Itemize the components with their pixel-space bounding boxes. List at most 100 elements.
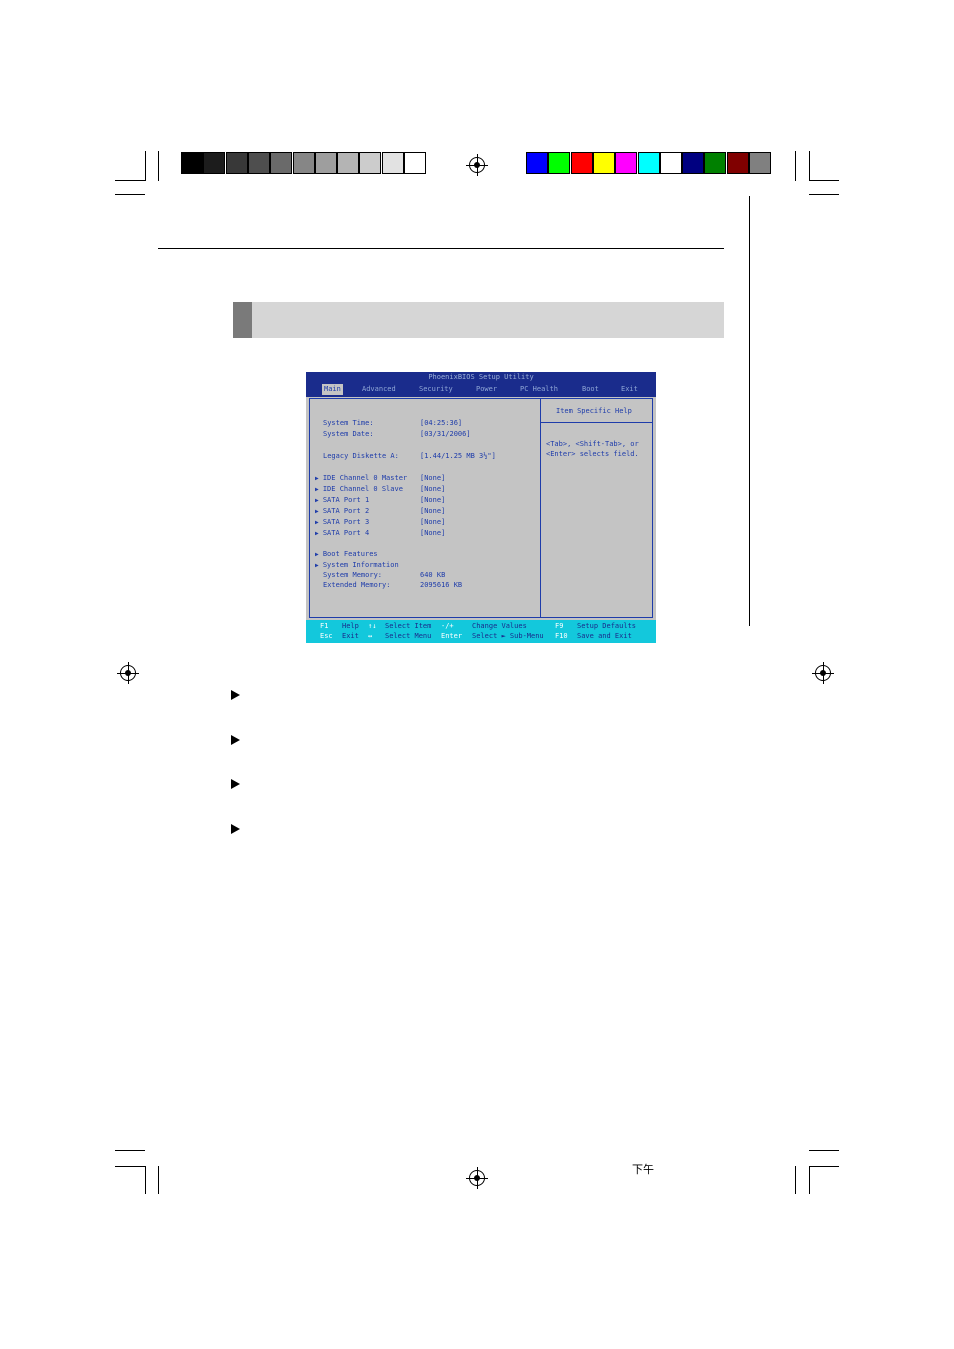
bullet-arrow-icon xyxy=(231,735,240,745)
submenu-sata-port-1[interactable]: ▶ SATA Port 1 xyxy=(315,496,369,505)
menu-power[interactable]: Power xyxy=(476,384,497,395)
header-rule xyxy=(158,248,724,249)
bullet-arrow-icon xyxy=(231,779,240,789)
submenu-sata-port-2[interactable]: ▶ SATA Port 2 xyxy=(315,507,369,516)
key-f1-desc: Help xyxy=(342,622,359,630)
color-swatch xyxy=(749,152,771,174)
color-swatch xyxy=(570,152,593,174)
crop-mark xyxy=(809,1150,839,1151)
registration-mark-icon xyxy=(466,1167,488,1189)
menu-main[interactable]: Main xyxy=(322,384,343,395)
gray-swatch xyxy=(314,152,337,174)
crop-mark xyxy=(158,1166,159,1194)
gray-swatch xyxy=(225,152,248,174)
gray-swatch xyxy=(292,152,315,174)
crop-mark xyxy=(809,194,839,195)
submenu-ide-master[interactable]: ▶ IDE Channel 0 Master xyxy=(315,474,407,483)
legacy-diskette-label: Legacy Diskette A: xyxy=(323,452,399,460)
crop-mark xyxy=(115,1166,145,1167)
submenu-label: System Information xyxy=(322,561,399,569)
submenu-label: SATA Port 4 xyxy=(322,529,370,537)
menu-exit[interactable]: Exit xyxy=(621,384,638,395)
system-memory-label: System Memory: xyxy=(323,571,383,579)
submenu-value: [None] xyxy=(420,485,446,493)
submenu-value: [None] xyxy=(420,529,446,537)
color-swatch xyxy=(637,152,660,174)
extended-memory-label: Extended Memory: xyxy=(323,581,391,589)
menu-advanced[interactable]: Advanced xyxy=(362,384,396,395)
submenu-arrow-icon: ▶ xyxy=(315,508,319,515)
crop-mark xyxy=(145,1166,146,1194)
menu-security[interactable]: Security xyxy=(419,384,453,395)
submenu-value: [None] xyxy=(420,507,446,515)
section-heading-bar xyxy=(233,302,724,338)
crop-mark xyxy=(795,151,796,181)
gray-swatch xyxy=(181,152,203,174)
key-updown: ↑↓ xyxy=(368,622,377,630)
print-timestamp-mark: 下午 xyxy=(632,1163,654,1176)
color-swatch xyxy=(615,152,638,174)
submenu-arrow-icon: ▶ xyxy=(315,562,319,569)
crop-mark xyxy=(809,180,839,181)
bios-help-separator xyxy=(541,422,653,423)
submenu-value: [None] xyxy=(420,474,446,482)
crop-mark xyxy=(115,180,145,181)
crop-mark xyxy=(795,1166,796,1194)
submenu-label: SATA Port 2 xyxy=(322,507,370,515)
submenu-ide-slave[interactable]: ▶ IDE Channel 0 Slave xyxy=(315,485,403,494)
side-rule xyxy=(749,196,750,626)
key-leftright-desc: Select Menu xyxy=(385,632,432,640)
system-date-value[interactable]: [03/31/2006] xyxy=(420,430,471,438)
menu-boot[interactable]: Boot xyxy=(582,384,599,395)
help-text-line1: <Tab>, <Shift-Tab>, or xyxy=(546,440,639,448)
gray-swatch xyxy=(359,152,382,174)
crop-mark xyxy=(115,1150,145,1151)
color-swatch xyxy=(526,152,548,174)
crop-mark xyxy=(809,1166,839,1167)
section-heading-tab xyxy=(233,302,252,338)
system-memory-value: 640 KB xyxy=(420,571,446,579)
key-f10-desc: Save and Exit xyxy=(577,632,632,640)
key-f1: F1 xyxy=(320,622,329,630)
submenu-label: IDE Channel 0 Master xyxy=(322,474,408,482)
registration-mark-icon xyxy=(117,662,139,684)
color-swatch xyxy=(704,152,727,174)
submenu-system-information[interactable]: ▶ System Information xyxy=(315,561,399,570)
submenu-arrow-icon: ▶ xyxy=(315,497,319,504)
registration-mark-icon xyxy=(812,662,834,684)
key-f9: F9 xyxy=(555,622,564,630)
bullet-arrow-icon xyxy=(231,690,240,700)
key-plusminus-desc: Change Values xyxy=(472,622,527,630)
crop-mark xyxy=(809,151,810,181)
bios-screen: PhoenixBIOS Setup Utility Main Advanced … xyxy=(306,372,656,643)
key-esc-desc: Exit xyxy=(342,632,359,640)
gray-swatch xyxy=(337,152,360,174)
system-time-label: System Time: xyxy=(323,419,374,427)
color-swatch xyxy=(548,152,571,174)
color-swatch xyxy=(592,152,615,174)
gray-swatch xyxy=(203,152,226,174)
legacy-diskette-value[interactable]: [1.44/1.25 MB 3½"] xyxy=(420,452,496,460)
bios-title: PhoenixBIOS Setup Utility xyxy=(306,372,656,382)
submenu-label: Boot Features xyxy=(322,550,378,558)
system-time-value[interactable]: [04:25:36] xyxy=(420,419,462,427)
gray-swatch xyxy=(247,152,270,174)
crop-mark xyxy=(809,1166,810,1194)
key-plusminus: -/+ xyxy=(441,622,454,630)
submenu-boot-features[interactable]: ▶ Boot Features xyxy=(315,550,378,559)
submenu-arrow-icon: ▶ xyxy=(315,551,319,558)
extended-memory-value: 2095616 KB xyxy=(420,581,463,589)
key-enter-desc: Select ► Sub-Menu xyxy=(472,632,544,640)
submenu-value: [None] xyxy=(420,518,446,526)
bios-help-divider xyxy=(540,398,541,618)
submenu-sata-port-3[interactable]: ▶ SATA Port 3 xyxy=(315,518,369,527)
submenu-sata-port-4[interactable]: ▶ SATA Port 4 xyxy=(315,529,369,538)
key-esc: Esc xyxy=(320,632,333,640)
key-leftright: ↔ xyxy=(368,632,373,640)
submenu-label: SATA Port 3 xyxy=(322,518,370,526)
submenu-label: SATA Port 1 xyxy=(322,496,370,504)
menu-pc-health[interactable]: PC Health xyxy=(520,384,558,395)
gray-swatch xyxy=(381,152,404,174)
crop-mark xyxy=(158,151,159,181)
submenu-label: IDE Channel 0 Slave xyxy=(322,485,403,493)
